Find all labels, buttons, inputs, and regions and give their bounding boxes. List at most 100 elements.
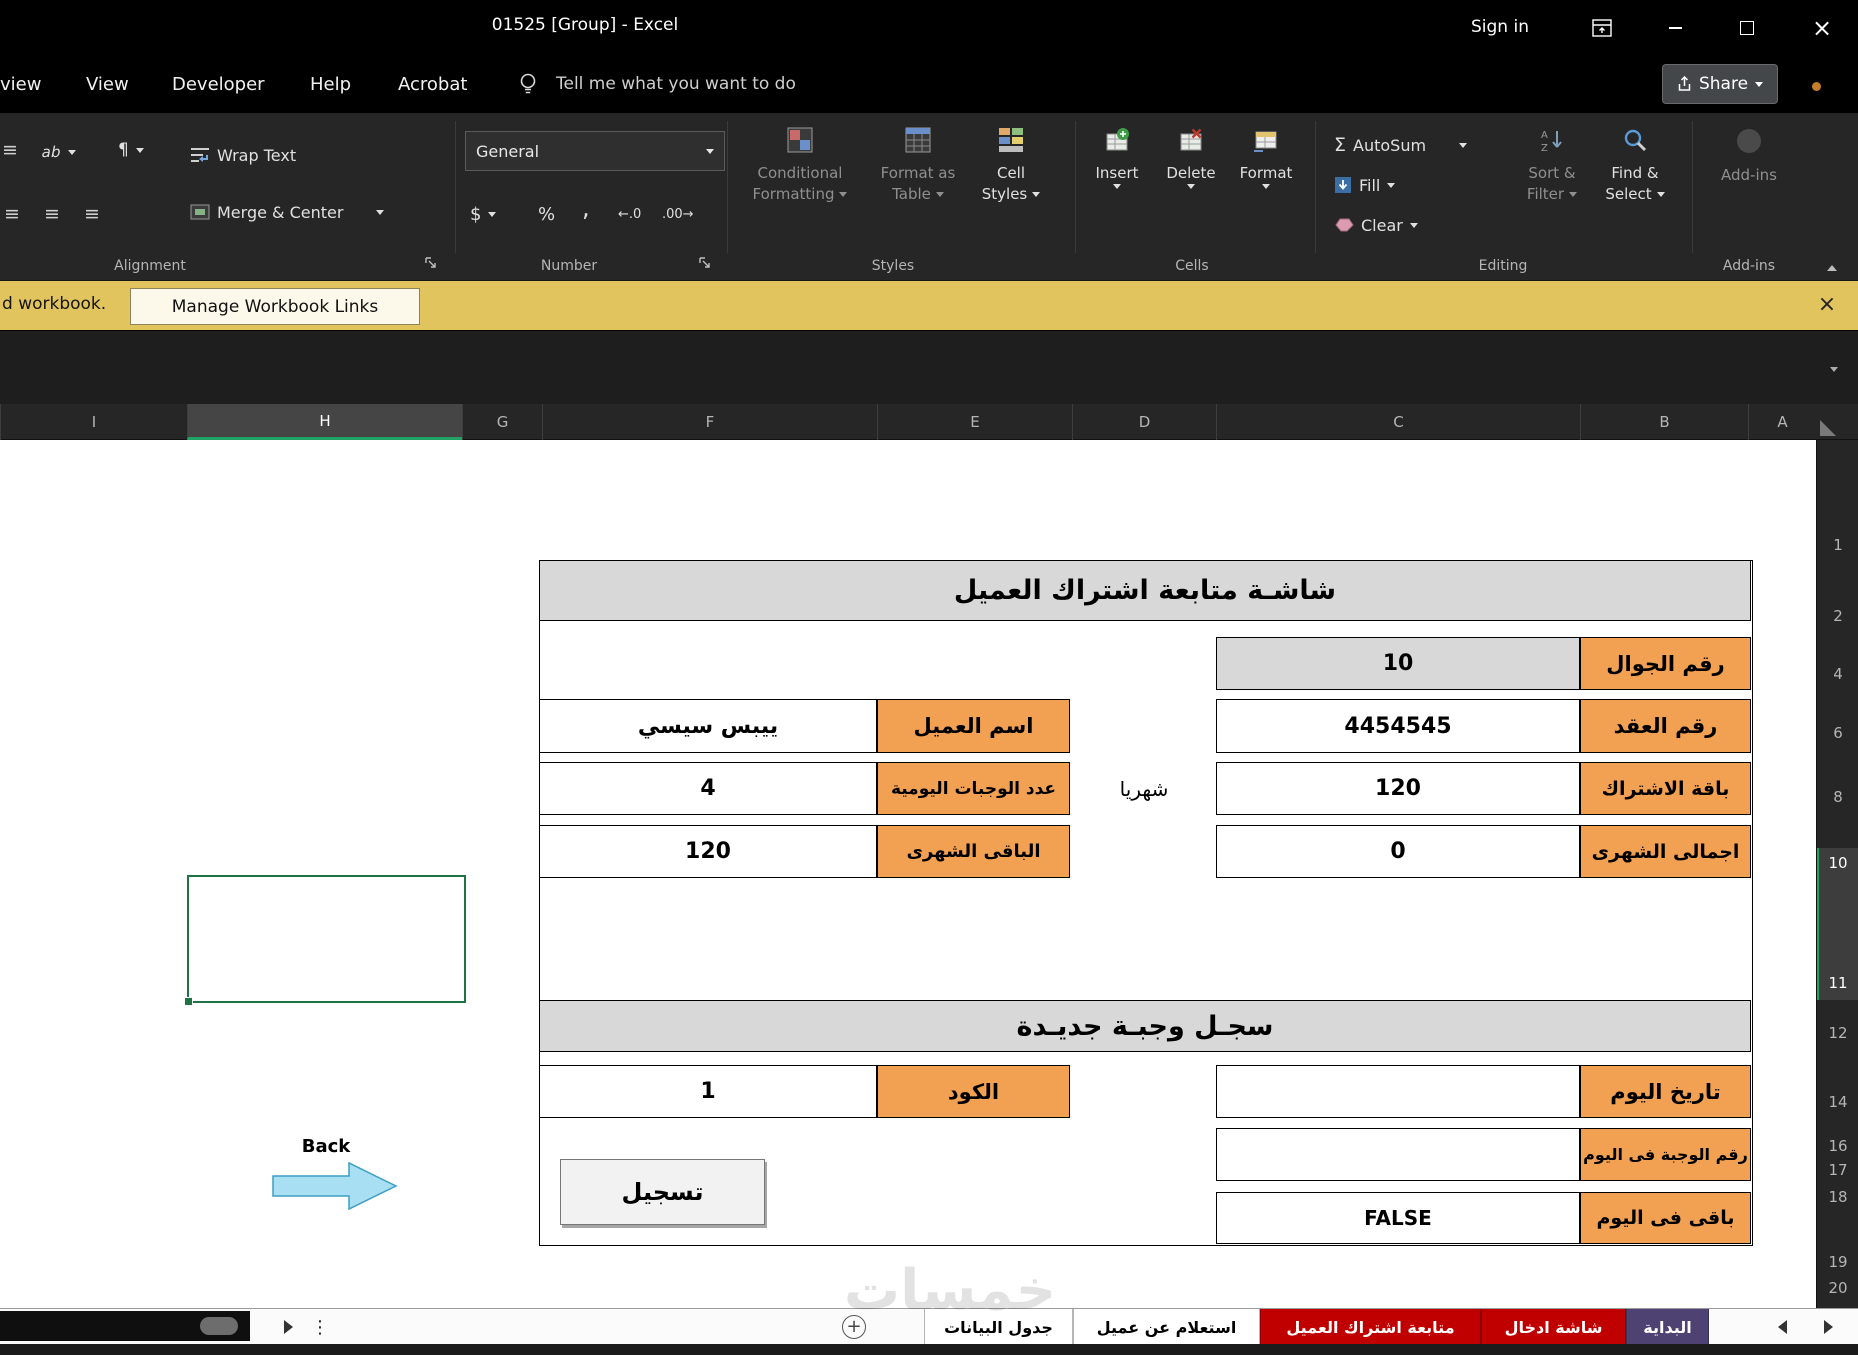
row-header-1[interactable]: 1 [1817, 533, 1858, 557]
column-header-c[interactable]: C [1216, 404, 1580, 440]
collapse-ribbon-button[interactable] [1820, 259, 1844, 277]
minimize-button[interactable] [1658, 13, 1692, 43]
row-header-16[interactable]: 16 [1817, 1134, 1858, 1158]
column-header-h[interactable]: H [187, 404, 462, 440]
sheet-scroll-right-button[interactable] [274, 1313, 302, 1341]
monthly-remaining-label-cell[interactable]: الباقى الشهرى [877, 825, 1070, 878]
column-header-b[interactable]: B [1580, 404, 1748, 440]
grid-area[interactable]: شاشـة متابعة اشتراك العميل رقم الجوال 10… [0, 440, 1816, 1308]
back-arrow-shape[interactable] [272, 1160, 398, 1212]
decrease-indent-icon[interactable]: ≡ [4, 203, 20, 225]
sheet-title-cell[interactable]: شاشـة متابعة اشتراك العميل [539, 560, 1751, 621]
row-header-17[interactable]: 17 [1817, 1158, 1858, 1182]
column-header-i[interactable]: I [0, 404, 187, 440]
number-format-dropdown[interactable]: General [465, 131, 725, 171]
tab-scroll-left-button[interactable] [1768, 1313, 1796, 1341]
fill-button[interactable]: Fill [1334, 171, 1396, 199]
menu-tab-developer[interactable]: Developer [172, 55, 265, 113]
meal-number-label-cell[interactable]: رقم الوجبة فى اليوم [1580, 1128, 1751, 1181]
customer-name-value-cell[interactable]: ييبس سيسي [539, 699, 877, 753]
find-select-button[interactable]: Find & Select [1594, 123, 1676, 261]
tab-customer-lookup[interactable]: استعلام عن عميل [1073, 1309, 1260, 1345]
date-label-cell[interactable]: تاريخ اليوم [1580, 1065, 1751, 1118]
day-remaining-value-cell[interactable]: FALSE [1216, 1192, 1580, 1244]
percent-format-button[interactable]: % [538, 201, 555, 227]
clear-button[interactable]: Clear [1334, 211, 1418, 239]
code-label-cell[interactable]: الكود [877, 1065, 1070, 1118]
column-header-a[interactable]: A [1748, 404, 1816, 440]
tab-home[interactable]: البداية [1626, 1309, 1709, 1345]
day-remaining-label-cell[interactable]: باقى فى اليوم [1580, 1192, 1751, 1244]
cell-styles-button[interactable]: Cell Styles [955, 123, 1067, 261]
selected-cell[interactable] [184, 875, 466, 1006]
wrap-text-button[interactable]: Wrap Text [190, 141, 296, 169]
customer-name-label-cell[interactable]: اسم العميل [877, 699, 1070, 753]
insert-cells-button[interactable]: Insert [1082, 123, 1152, 261]
align-text-icon[interactable]: ≡ [2, 139, 18, 161]
maximize-button[interactable] [1730, 13, 1764, 43]
monthly-total-label-cell[interactable]: اجمالى الشهرى [1580, 825, 1751, 878]
fill-handle[interactable] [184, 997, 193, 1006]
format-cells-button[interactable]: Format [1230, 123, 1302, 261]
menu-tab-view[interactable]: View [86, 55, 129, 113]
package-label-cell[interactable]: باقة الاشتراك [1580, 762, 1751, 815]
row-header-11[interactable]: 11 [1817, 971, 1858, 995]
decrease-decimal-button[interactable]: .00→ [662, 203, 694, 225]
tab-data-table[interactable]: جدول البيانات [924, 1309, 1073, 1345]
package-period-cell[interactable]: شهريا [1078, 762, 1210, 815]
code-value-cell[interactable]: 1 [539, 1065, 877, 1118]
row-header-10[interactable]: 10 [1817, 851, 1858, 875]
alignment-dialog-launcher[interactable] [424, 254, 437, 273]
row-header-18[interactable]: 18 [1817, 1185, 1858, 1209]
row-header-4[interactable]: 4 [1817, 662, 1858, 686]
row-header-19[interactable]: 19 [1817, 1250, 1858, 1274]
indent-icon[interactable]: ≡ [84, 203, 100, 225]
tab-entry-screen[interactable]: شاشة ادخال [1481, 1309, 1626, 1345]
daily-meals-label-cell[interactable]: عدد الوجبات اليومية [877, 762, 1070, 815]
date-value-cell[interactable] [1216, 1065, 1580, 1118]
menu-tab-acrobat[interactable]: Acrobat [398, 55, 467, 113]
new-meal-section-header[interactable]: سجـل وجبـة جديـدة [539, 1000, 1751, 1052]
number-dialog-launcher[interactable] [698, 254, 711, 273]
paragraph-marks-button[interactable]: ¶ [118, 137, 144, 163]
row-header-6[interactable]: 6 [1817, 721, 1858, 745]
expand-formula-bar-button[interactable] [1822, 359, 1846, 379]
share-button[interactable]: Share [1662, 64, 1778, 104]
increase-indent-icon[interactable]: ≡ [44, 203, 60, 225]
merge-center-button[interactable]: Merge & Center [190, 198, 385, 226]
add-ins-button[interactable]: Add-ins [1706, 123, 1792, 261]
row-header-14[interactable]: 14 [1817, 1090, 1858, 1114]
column-header-d[interactable]: D [1072, 404, 1216, 440]
message-bar-close-button[interactable]: × [1810, 290, 1844, 320]
manage-workbook-links-button[interactable]: Manage Workbook Links [130, 288, 420, 325]
close-button[interactable]: × [1802, 11, 1842, 45]
new-sheet-button[interactable]: + [842, 1315, 866, 1339]
row-header-12[interactable]: 12 [1817, 1021, 1858, 1045]
sort-filter-button[interactable]: A Z Sort & Filter [1510, 123, 1594, 261]
meal-number-value-cell[interactable] [1216, 1128, 1580, 1181]
column-header-f[interactable]: F [542, 404, 877, 440]
conditional-formatting-button[interactable]: Conditional Formatting [739, 123, 861, 261]
tab-subscription-tracking[interactable]: متابعة اشتراك العميل [1260, 1309, 1481, 1345]
column-header-e[interactable]: E [877, 404, 1072, 440]
sheet-options-dots[interactable]: ⋮ [310, 1313, 330, 1341]
column-header-g[interactable]: G [462, 404, 542, 440]
row-header-20[interactable]: 20 [1817, 1276, 1858, 1300]
comma-format-button[interactable]: , [582, 194, 590, 222]
autosum-button[interactable]: Σ AutoSum [1334, 131, 1468, 159]
monthly-remaining-value-cell[interactable]: 120 [539, 825, 877, 878]
monthly-total-value-cell[interactable]: 0 [1216, 825, 1580, 878]
text-orientation-button[interactable]: ab [40, 139, 76, 165]
package-value-cell[interactable]: 120 [1216, 762, 1580, 815]
row-header-2[interactable]: 2 [1817, 604, 1858, 628]
register-button[interactable]: تسجيل [560, 1159, 765, 1225]
mobile-value-cell[interactable]: 10 [1216, 637, 1580, 690]
horizontal-scrollbar[interactable] [0, 1311, 250, 1341]
daily-meals-value-cell[interactable]: 4 [539, 762, 877, 815]
scrollbar-thumb[interactable] [200, 1317, 238, 1335]
tab-scroll-right-button[interactable] [1814, 1313, 1842, 1341]
select-all-corner[interactable] [1816, 404, 1858, 440]
delete-cells-button[interactable]: Delete [1155, 123, 1227, 261]
ribbon-display-options-button[interactable] [1585, 13, 1619, 43]
currency-format-button[interactable]: $ [470, 201, 497, 227]
